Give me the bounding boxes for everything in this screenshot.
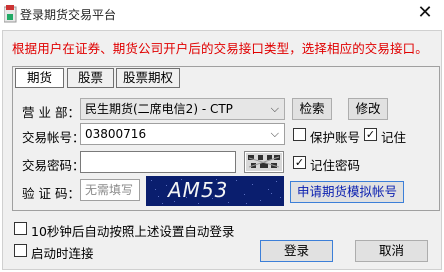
close-icon[interactable]: ✕ — [410, 2, 440, 26]
branch-select[interactable]: 民生期货(二席电信2) - CTP ⌵ — [80, 98, 285, 120]
title-bar: 登录期货交易平台 ✕ — [0, 0, 444, 30]
password-label: 交易密码： — [22, 158, 85, 173]
remember-label: 记住 — [381, 130, 407, 145]
branch-value: 民生期货(二席电信2) - CTP — [85, 102, 233, 116]
app-icon — [4, 5, 17, 23]
auto-login-label: 10秒钟后自动按照上述设置自动登录 — [31, 224, 235, 239]
captcha-text: AM53 — [168, 178, 229, 202]
connect-on-start-checkbox[interactable] — [14, 244, 27, 257]
interface-notice: 根据用户在证券、期货公司开户后的交易接口类型，选择相应的交易接口。 — [12, 41, 428, 56]
remember-checkbox[interactable]: ✓ — [364, 128, 377, 141]
tab-stock-option[interactable]: 股票期权 — [116, 68, 180, 88]
login-button[interactable]: 登录 — [260, 240, 333, 262]
save-account-label: 保护账号 — [310, 130, 361, 145]
password-input[interactable] — [80, 151, 236, 173]
account-value: 03800716 — [85, 127, 147, 141]
connect-on-start-label: 启动时连接 — [31, 246, 94, 261]
save-account-checkbox[interactable] — [293, 128, 306, 141]
search-button[interactable]: 检索 — [292, 98, 332, 120]
remember-password-label: 记住密码 — [310, 158, 361, 173]
auto-login-checkbox[interactable] — [14, 222, 27, 235]
remember-password-checkbox[interactable]: ✓ — [293, 156, 306, 169]
tab-stock[interactable]: 股票 — [67, 68, 114, 88]
captcha-label: 验 证 码： — [22, 186, 80, 201]
account-select[interactable]: 03800716 ⌵ — [80, 123, 285, 145]
chevron-down-icon: ⌵ — [270, 102, 279, 115]
branch-label: 营 业 部： — [22, 105, 80, 120]
modify-button[interactable]: 修改 — [348, 98, 388, 120]
chevron-down-icon: ⌵ — [270, 127, 279, 140]
captcha-input[interactable]: 无需填写 — [80, 179, 140, 201]
captcha-image[interactable]: AM53 — [146, 176, 284, 206]
soft-keyboard-icon[interactable] — [244, 151, 284, 173]
window-title: 登录期货交易平台 — [20, 8, 117, 22]
account-label: 交易帐号： — [22, 130, 85, 145]
tab-futures[interactable]: 期货 — [15, 68, 64, 88]
apply-demo-account-button[interactable]: 申请期货模拟帐号 — [290, 181, 404, 203]
cancel-button[interactable]: 取消 — [355, 240, 428, 262]
